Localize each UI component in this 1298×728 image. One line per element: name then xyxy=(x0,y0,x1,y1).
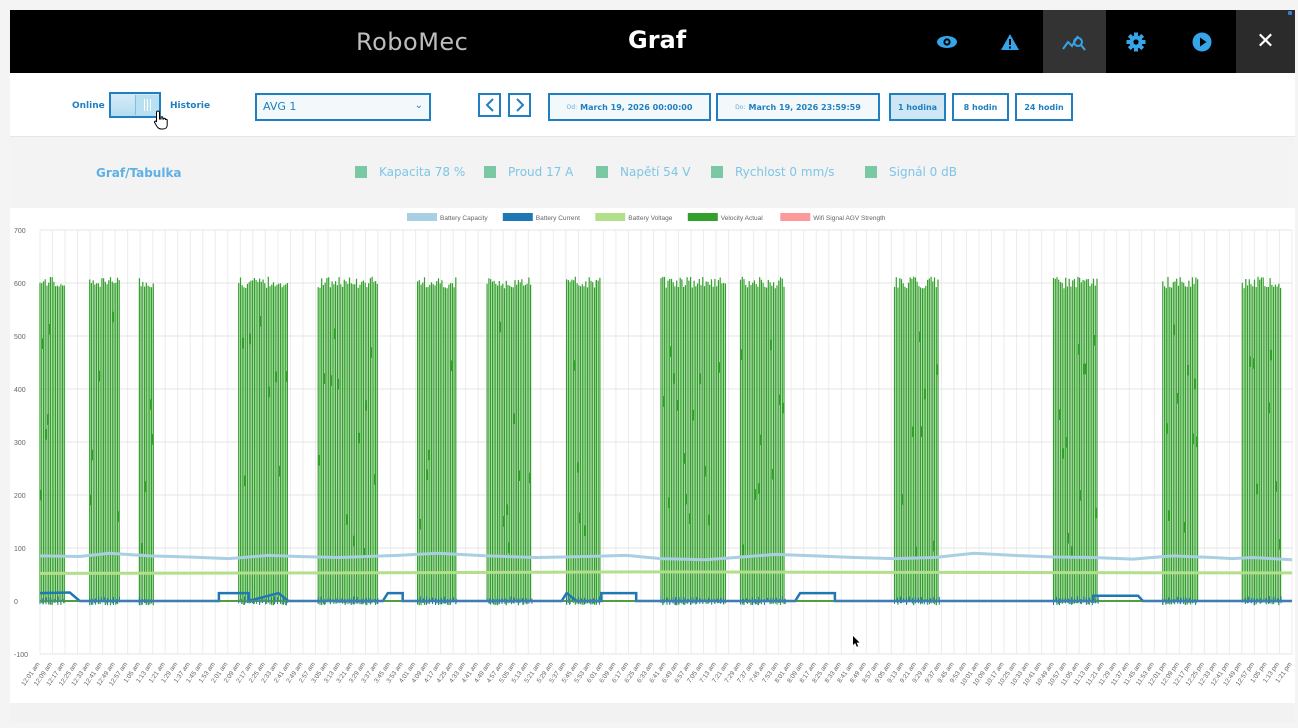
play-icon xyxy=(1192,32,1212,51)
battery-voltage-line xyxy=(39,570,1293,575)
chevron-down-icon: ⌄ xyxy=(414,100,423,111)
close-button[interactable]: ✕ xyxy=(1236,10,1295,73)
agv-select-value: AVG 1 xyxy=(263,100,297,113)
range-1h-button[interactable]: 1 hodina xyxy=(889,93,946,121)
play-button[interactable] xyxy=(1172,10,1232,73)
y-tick-label: 600 xyxy=(14,281,26,288)
legend-label: Battery Capacity xyxy=(440,215,488,222)
footer-area xyxy=(10,703,1295,722)
chart-panel: 700 600 500 400 300 200 100 0 -100 12:01 am 12:09 … xyxy=(10,208,1295,703)
y-tick-label: 400 xyxy=(14,387,26,394)
range-8h-button[interactable]: 8 hodin xyxy=(952,93,1009,121)
chart-search-icon xyxy=(1061,34,1086,51)
metric-current: Proud 17 A xyxy=(484,165,573,179)
velocity-burst xyxy=(1241,276,1282,606)
eye-icon xyxy=(937,35,957,48)
y-tick-label: 0 xyxy=(14,599,18,606)
chevron-left-icon xyxy=(485,98,494,112)
date-from-label: Od: xyxy=(566,103,578,111)
legend-swatch xyxy=(407,213,437,221)
legend-label: Wifi Signal AGV Strength xyxy=(813,215,886,222)
alerts-button[interactable] xyxy=(980,10,1040,73)
legend-label: Battery Current xyxy=(536,215,580,222)
line-chart: 7006005004003002001000-10012:01 am12:09 … xyxy=(14,213,1294,687)
online-label: Online xyxy=(72,101,105,111)
date-to-field[interactable]: Do: March 19, 2026 23:59:59 xyxy=(716,93,880,121)
agv-select[interactable]: AVG 1 ⌄ xyxy=(255,93,431,121)
eye-button[interactable] xyxy=(917,10,977,73)
y-tick-label: 100 xyxy=(14,546,26,553)
close-icon: ✕ xyxy=(1256,29,1275,54)
metric-velocity: Rychlost 0 mm/s xyxy=(711,165,835,179)
legend-label: Battery Voltage xyxy=(628,215,672,222)
y-tick-label: 300 xyxy=(14,440,26,447)
header-bar: RoboMec Graf ✕ xyxy=(10,10,1295,73)
metrics-bar: Graf/Tabulka Kapacita 78 % Proud 17 A Na… xyxy=(10,138,1295,208)
velocity-burst xyxy=(417,277,457,606)
history-label: Historie xyxy=(170,101,211,111)
date-from-value: March 19, 2026 00:00:00 xyxy=(580,102,693,112)
y-tick-label: 700 xyxy=(14,228,26,235)
graph-table-switch[interactable]: Graf/Tabulka xyxy=(96,166,182,180)
date-from-field[interactable]: Od: March 19, 2026 00:00:00 xyxy=(548,93,711,121)
brand-name: RoboMec xyxy=(356,28,469,56)
settings-button[interactable] xyxy=(1106,10,1166,73)
date-to-label: Do: xyxy=(735,103,746,111)
toolbar: Online Historie AVG 1 ⌄ Od: March 19, 20… xyxy=(10,73,1295,137)
hand-cursor-icon xyxy=(153,110,168,130)
legend-swatch xyxy=(595,213,626,221)
y-tick-label: 500 xyxy=(14,334,26,341)
y-tick-label: 200 xyxy=(14,493,26,500)
legend-swatch xyxy=(687,213,718,221)
page-title: Graf xyxy=(628,26,687,54)
legend-swatch xyxy=(502,213,533,221)
app-window: RoboMec Graf ✕ Online Historie AVG 1 ⌄ O… xyxy=(10,10,1295,722)
window-badge xyxy=(1288,11,1292,15)
legend-swatch xyxy=(780,213,811,221)
velocity-burst xyxy=(595,277,601,603)
next-button[interactable] xyxy=(508,93,531,117)
gear-icon xyxy=(1126,32,1146,51)
date-to-value: March 19, 2026 23:59:59 xyxy=(748,102,861,112)
chevron-right-icon xyxy=(515,98,524,112)
y-tick-label: -100 xyxy=(14,652,28,659)
mouse-pointer-icon xyxy=(853,636,860,647)
prev-button[interactable] xyxy=(478,93,501,117)
range-24h-button[interactable]: 24 hodin xyxy=(1015,93,1073,121)
warning-icon xyxy=(1001,33,1019,50)
metric-signal: Signál 0 dB xyxy=(865,165,957,179)
metric-voltage: Napětí 54 V xyxy=(596,165,690,179)
metric-capacity: Kapacita 78 % xyxy=(355,165,465,179)
graph-button[interactable] xyxy=(1043,10,1106,73)
legend-label: Velocity Actual xyxy=(721,215,763,222)
